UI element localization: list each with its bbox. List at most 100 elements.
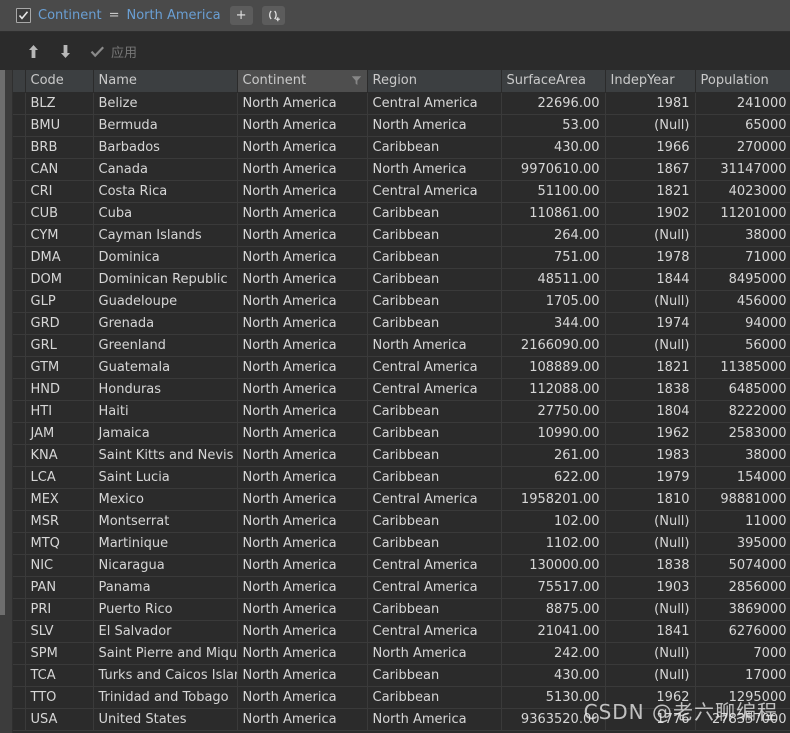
filter-enabled-checkbox[interactable] (16, 8, 31, 23)
row-gutter-cell[interactable] (13, 708, 26, 731)
table-cell-surfacearea[interactable]: 27750.00 (501, 400, 606, 423)
table-cell-name[interactable]: Montserrat (93, 510, 238, 533)
table-cell-region[interactable]: Caribbean (367, 136, 502, 159)
table-cell-surfacearea[interactable]: 112088.00 (501, 378, 606, 401)
table-cell-name[interactable]: Dominica (93, 246, 238, 269)
row-gutter-cell[interactable] (13, 642, 26, 665)
table-cell-indepyear[interactable]: 1974 (605, 312, 696, 335)
table-cell-indepyear[interactable]: (Null) (605, 290, 696, 313)
row-gutter-cell[interactable] (13, 554, 26, 577)
table-cell-code[interactable]: CYM (25, 224, 94, 247)
column-header-continent[interactable]: Continent (237, 70, 368, 93)
table-row[interactable]: BLZ Belize North America Central America 226… (13, 92, 790, 115)
table-cell-code[interactable]: BLZ (25, 92, 94, 115)
table-cell-name[interactable]: Trinidad and Tobago (93, 686, 238, 709)
table-row[interactable]: MSR Montserrat North America Caribbean 102.0… (13, 510, 790, 533)
table-cell-region[interactable]: Central America (367, 356, 502, 379)
row-gutter-cell[interactable] (13, 620, 26, 643)
table-cell-indepyear[interactable]: (Null) (605, 114, 696, 137)
table-cell-indepyear[interactable]: 1821 (605, 180, 696, 203)
row-gutter-cell[interactable] (13, 136, 26, 159)
table-cell-population[interactable]: 4023000 (695, 180, 790, 203)
table-cell-name[interactable]: Turks and Caicos Islands (93, 664, 238, 687)
row-gutter-cell[interactable] (13, 378, 26, 401)
table-cell-code[interactable]: LCA (25, 466, 94, 489)
table-cell-surfacearea[interactable]: 130000.00 (501, 554, 606, 577)
table-cell-surfacearea[interactable]: 110861.00 (501, 202, 606, 225)
table-cell-population[interactable]: 6276000 (695, 620, 790, 643)
table-cell-continent[interactable]: North America (237, 488, 368, 511)
table-cell-region[interactable]: Caribbean (367, 466, 502, 489)
row-gutter-cell[interactable] (13, 202, 26, 225)
table-cell-indepyear[interactable]: (Null) (605, 532, 696, 555)
table-cell-code[interactable]: HTI (25, 400, 94, 423)
table-row[interactable]: USA United States North America North Ameri… (13, 708, 790, 731)
add-condition-button[interactable]: + (229, 6, 253, 25)
table-cell-region[interactable]: Caribbean (367, 532, 502, 555)
table-cell-surfacearea[interactable]: 430.00 (501, 136, 606, 159)
table-cell-population[interactable]: 71000 (695, 246, 790, 269)
table-cell-surfacearea[interactable]: 21041.00 (501, 620, 606, 643)
table-cell-population[interactable]: 3869000 (695, 598, 790, 621)
table-row[interactable]: MEX Mexico North America Central America 195… (13, 488, 790, 511)
table-cell-continent[interactable]: North America (237, 356, 368, 379)
row-gutter-cell[interactable] (13, 488, 26, 511)
table-cell-indepyear[interactable]: (Null) (605, 598, 696, 621)
table-cell-population[interactable]: 8495000 (695, 268, 790, 291)
table-cell-surfacearea[interactable]: 1958201.00 (501, 488, 606, 511)
column-header-code[interactable]: Code (25, 70, 94, 93)
column-header-indepyear[interactable]: IndepYear (605, 70, 696, 93)
table-cell-surfacearea[interactable]: 1705.00 (501, 290, 606, 313)
table-cell-indepyear[interactable]: 1902 (605, 202, 696, 225)
table-cell-name[interactable]: Saint Kitts and Nevis (93, 444, 238, 467)
row-gutter-cell[interactable] (13, 686, 26, 709)
apply-button[interactable]: 应用 (90, 42, 137, 61)
table-row[interactable]: LCA Saint Lucia North America Caribbean 622.… (13, 466, 790, 489)
table-cell-population[interactable]: 2583000 (695, 422, 790, 445)
funnel-icon[interactable] (351, 75, 362, 86)
table-cell-population[interactable]: 6485000 (695, 378, 790, 401)
table-row[interactable]: NIC Nicaragua North America Central America… (13, 554, 790, 577)
table-row[interactable]: MTQ Martinique North America Caribbean 1102.… (13, 532, 790, 555)
table-cell-code[interactable]: MSR (25, 510, 94, 533)
table-cell-name[interactable]: Panama (93, 576, 238, 599)
table-cell-continent[interactable]: North America (237, 114, 368, 137)
table-cell-population[interactable]: 456000 (695, 290, 790, 313)
table-cell-name[interactable]: Saint Lucia (93, 466, 238, 489)
table-cell-code[interactable]: KNA (25, 444, 94, 467)
table-cell-region[interactable]: Caribbean (367, 400, 502, 423)
table-cell-name[interactable]: Grenada (93, 312, 238, 335)
row-gutter-cell[interactable] (13, 400, 26, 423)
table-cell-continent[interactable]: North America (237, 444, 368, 467)
table-cell-name[interactable]: Bermuda (93, 114, 238, 137)
table-cell-region[interactable]: Caribbean (367, 598, 502, 621)
table-cell-indepyear[interactable]: 1903 (605, 576, 696, 599)
row-gutter-cell[interactable] (13, 290, 26, 313)
table-cell-region[interactable]: Caribbean (367, 246, 502, 269)
table-cell-code[interactable]: CUB (25, 202, 94, 225)
table-cell-name[interactable]: Canada (93, 158, 238, 181)
table-cell-indepyear[interactable]: 1867 (605, 158, 696, 181)
table-cell-name[interactable]: Guatemala (93, 356, 238, 379)
table-cell-population[interactable]: 270000 (695, 136, 790, 159)
table-cell-indepyear[interactable]: 1841 (605, 620, 696, 643)
table-cell-name[interactable]: Cuba (93, 202, 238, 225)
table-cell-name[interactable]: Saint Pierre and Miquelon (93, 642, 238, 665)
table-cell-population[interactable]: 5074000 (695, 554, 790, 577)
table-cell-name[interactable]: Guadeloupe (93, 290, 238, 313)
table-cell-region[interactable]: North America (367, 114, 502, 137)
table-row[interactable]: CRI Costa Rica North America Central Americ… (13, 180, 790, 203)
table-cell-surfacearea[interactable]: 102.00 (501, 510, 606, 533)
table-cell-surfacearea[interactable]: 1102.00 (501, 532, 606, 555)
table-cell-indepyear[interactable]: (Null) (605, 510, 696, 533)
table-cell-region[interactable]: North America (367, 642, 502, 665)
move-down-button[interactable] (52, 38, 78, 64)
row-gutter-cell[interactable] (13, 444, 26, 467)
table-cell-continent[interactable]: North America (237, 378, 368, 401)
table-row[interactable]: TCATurks and Caicos IslandsNorth America… (13, 664, 790, 687)
table-cell-population[interactable]: 17000 (695, 664, 790, 687)
table-cell-region[interactable]: North America (367, 334, 502, 357)
table-cell-region[interactable]: Caribbean (367, 202, 502, 225)
table-cell-code[interactable]: DOM (25, 268, 94, 291)
table-cell-code[interactable]: SPM (25, 642, 94, 665)
